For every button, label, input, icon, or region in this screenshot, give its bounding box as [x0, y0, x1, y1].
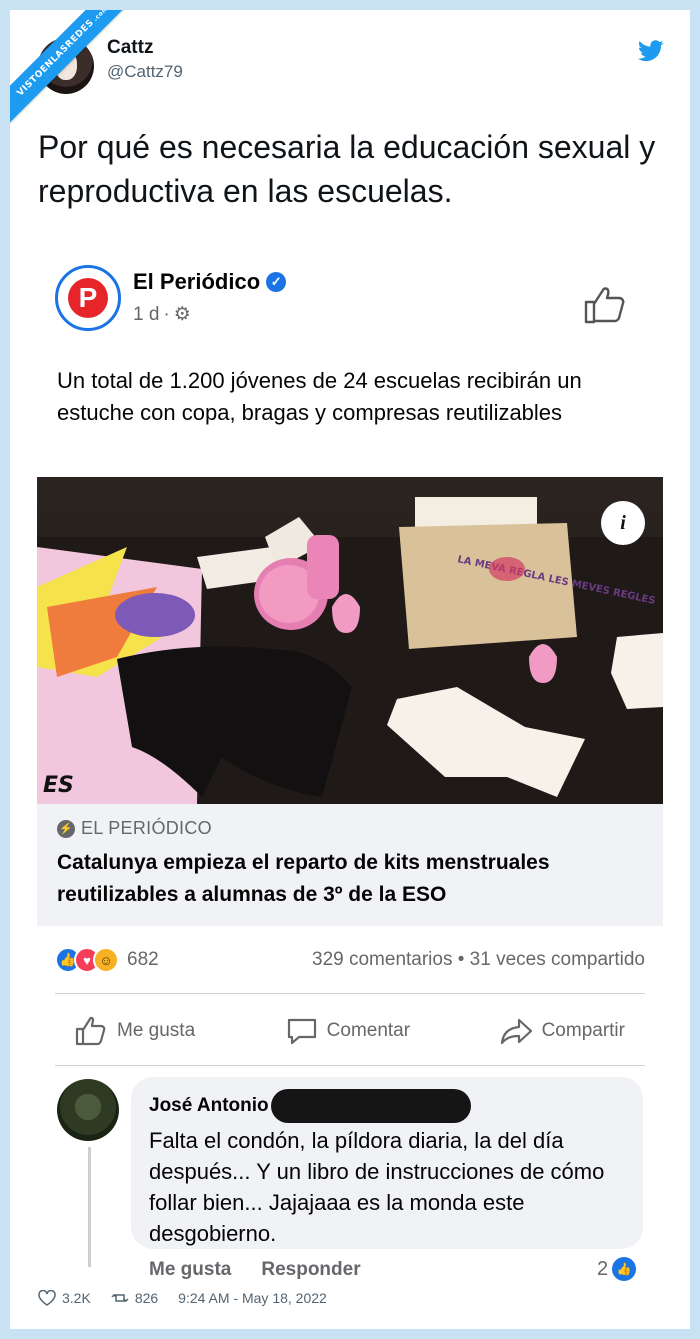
divider — [55, 993, 645, 994]
post-photo[interactable]: ES LA MEVA REGLA LES MEVES REGLES i — [37, 477, 663, 804]
embedded-facebook-post: P El Periódico ✓ 1 d · ⚙ Un total de 1.2… — [37, 243, 663, 1299]
commenter-avatar[interactable] — [57, 1079, 119, 1141]
kit-photo-illustration: ES LA MEVA REGLA LES MEVES REGLES — [37, 497, 663, 804]
comment-like-button[interactable]: Me gusta — [149, 1259, 231, 1281]
post-actions: Me gusta Comentar Compartir — [55, 1001, 645, 1061]
comment-bubble: José Antonio Falta el condón, la píldora… — [131, 1077, 643, 1249]
info-button[interactable]: i — [601, 501, 645, 545]
page-logo-letter: P — [68, 278, 108, 318]
page-logo[interactable]: P — [55, 265, 121, 331]
comment-likes[interactable]: 2 👍 — [597, 1257, 637, 1281]
share-label: Compartir — [541, 1020, 625, 1041]
watermark-suffix: .com — [91, 10, 110, 23]
post-meta: 1 d · ⚙ — [133, 303, 191, 326]
comment-icon — [287, 1018, 316, 1045]
thumbs-up-icon[interactable] — [583, 285, 627, 325]
retweet-icon[interactable] — [111, 1290, 129, 1306]
tweet-timestamp[interactable]: 9:24 AM - May 18, 2022 — [178, 1290, 327, 1306]
link-icon: ⚡ — [57, 819, 75, 838]
verified-icon: ✓ — [266, 272, 287, 292]
comment-reply-button[interactable]: Responder — [261, 1259, 360, 1281]
post-stats: 👍 ♥ ☺ 682 329 comentarios • 31 veces com… — [55, 943, 645, 977]
comment-label: Comentar — [326, 1020, 411, 1041]
comment-author[interactable]: José Antonio — [149, 1095, 269, 1117]
like-reaction-icon: 👍 — [612, 1257, 637, 1281]
divider — [55, 1065, 645, 1066]
retweet-count[interactable]: 826 — [135, 1290, 158, 1306]
poster-text: ES — [43, 773, 74, 798]
link-source-row: ⚡ EL PERIÓDICO — [57, 818, 643, 839]
comment-like-count: 2 — [597, 1257, 609, 1280]
like-count[interactable]: 3.2K — [62, 1290, 91, 1306]
reactions-count[interactable]: 682 — [127, 949, 159, 971]
page-name-row: El Periódico ✓ — [133, 269, 287, 295]
comment-text: Falta el condón, la píldora diaria, la d… — [149, 1128, 605, 1246]
twitter-bird-icon[interactable] — [638, 40, 664, 62]
redacted-surname — [270, 1089, 471, 1123]
share-button[interactable]: Compartir — [500, 1015, 625, 1047]
post-text: Un total de 1.200 jóvenes de 24 escuelas… — [57, 368, 582, 425]
comment-actions: Me gusta Responder — [149, 1259, 643, 1281]
page-name[interactable]: El Periódico — [133, 269, 260, 295]
like-label: Me gusta — [117, 1020, 196, 1041]
link-source: EL PERIÓDICO — [81, 818, 212, 838]
gear-icon: ⚙ — [173, 304, 191, 325]
comment-thread-line — [88, 1147, 91, 1267]
separator-dot: · — [163, 303, 170, 325]
haha-reaction-icon[interactable]: ☺ — [93, 947, 119, 973]
tweet-text: Por qué es necesaria la educación sexual… — [38, 129, 656, 209]
comments-shares[interactable]: 329 comentarios • 31 veces compartido — [312, 949, 645, 971]
heart-icon[interactable] — [38, 1290, 56, 1306]
thumbs-up-icon — [75, 1016, 106, 1046]
link-preview[interactable]: ⚡ EL PERIÓDICO Catalunya empieza el repa… — [37, 804, 663, 926]
link-headline: Catalunya empieza el reparto de kits men… — [57, 851, 550, 906]
comment-author-row: José Antonio — [149, 1089, 625, 1123]
tweet-card: VISTOENLASREDES .com Cattz @Cattz79 Por q… — [10, 10, 690, 1329]
comment-button[interactable]: Comentar — [285, 1015, 410, 1047]
tweet-footer: 3.2K 826 9:24 AM - May 18, 2022 — [38, 1290, 327, 1306]
author-name[interactable]: Cattz — [107, 37, 153, 59]
share-icon — [500, 1018, 532, 1045]
author-handle[interactable]: @Cattz79 — [107, 62, 183, 82]
post-time[interactable]: 1 d — [133, 304, 159, 326]
like-button[interactable]: Me gusta — [75, 1015, 195, 1047]
